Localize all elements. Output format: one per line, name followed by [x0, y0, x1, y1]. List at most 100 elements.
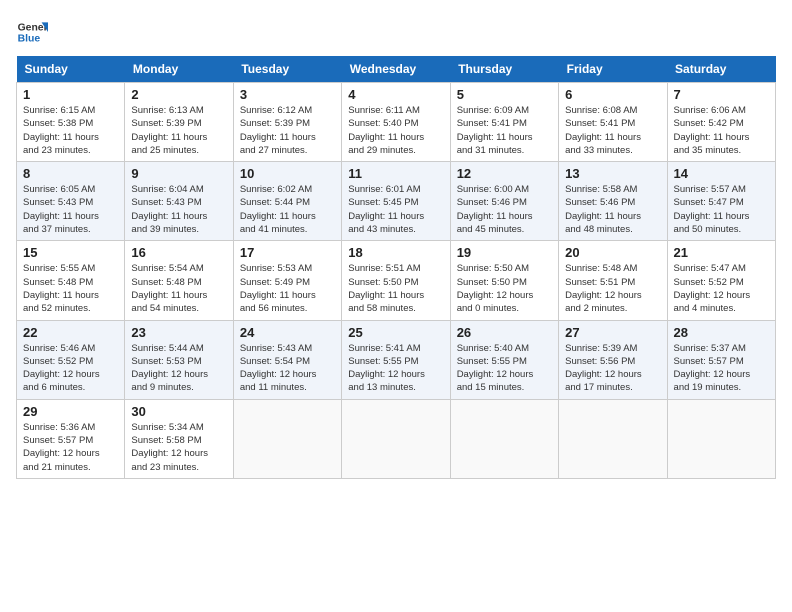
day-info: Sunrise: 6:11 AM Sunset: 5:40 PM Dayligh…: [348, 104, 443, 157]
day-number: 30: [131, 404, 226, 419]
calendar-cell: [233, 399, 341, 478]
calendar-cell: 13 Sunrise: 5:58 AM Sunset: 5:46 PM Dayli…: [559, 162, 667, 241]
calendar-cell: 17 Sunrise: 5:53 AM Sunset: 5:49 PM Dayli…: [233, 241, 341, 320]
day-info: Sunrise: 6:04 AM Sunset: 5:43 PM Dayligh…: [131, 183, 226, 236]
day-number: 13: [565, 166, 660, 181]
day-info: Sunrise: 5:53 AM Sunset: 5:49 PM Dayligh…: [240, 262, 335, 315]
calendar-cell: 10Sunrise: 6:02 AM Sunset: 5:44 PM Dayli…: [233, 162, 341, 241]
calendar-cell: [342, 399, 450, 478]
day-info: Sunrise: 5:58 AM Sunset: 5:46 PM Dayligh…: [565, 183, 660, 236]
day-info: Sunrise: 6:13 AM Sunset: 5:39 PM Dayligh…: [131, 104, 226, 157]
calendar-cell: 2 Sunrise: 6:13 AM Sunset: 5:39 PM Daylig…: [125, 83, 233, 162]
day-info: Sunrise: 5:43 AM Sunset: 5:54 PM Dayligh…: [240, 342, 335, 395]
logo: General Blue: [16, 16, 48, 48]
calendar-cell: 6 Sunrise: 6:08 AM Sunset: 5:41 PM Daylig…: [559, 83, 667, 162]
calendar-cell: 16 Sunrise: 5:54 AM Sunset: 5:48 PM Dayli…: [125, 241, 233, 320]
day-number: 29: [23, 404, 118, 419]
week-row-5: 29 Sunrise: 5:36 AM Sunset: 5:57 PM Dayli…: [17, 399, 776, 478]
day-info: Sunrise: 5:48 AM Sunset: 5:51 PM Dayligh…: [565, 262, 660, 315]
calendar-cell: 3 Sunrise: 6:12 AM Sunset: 5:39 PM Daylig…: [233, 83, 341, 162]
week-row-4: 22 Sunrise: 5:46 AM Sunset: 5:52 PM Dayli…: [17, 320, 776, 399]
day-number: 24: [240, 325, 335, 340]
day-info: Sunrise: 5:44 AM Sunset: 5:53 PM Dayligh…: [131, 342, 226, 395]
week-row-3: 15Sunrise: 5:55 AM Sunset: 5:48 PM Dayli…: [17, 241, 776, 320]
calendar-cell: 22 Sunrise: 5:46 AM Sunset: 5:52 PM Dayli…: [17, 320, 125, 399]
day-number: 20: [565, 245, 660, 260]
calendar-cell: [450, 399, 558, 478]
calendar-cell: 1 Sunrise: 6:15 AM Sunset: 5:38 PM Daylig…: [17, 83, 125, 162]
calendar-cell: 4 Sunrise: 6:11 AM Sunset: 5:40 PM Daylig…: [342, 83, 450, 162]
day-info: Sunrise: 6:08 AM Sunset: 5:41 PM Dayligh…: [565, 104, 660, 157]
day-info: Sunrise: 5:57 AM Sunset: 5:47 PM Dayligh…: [674, 183, 769, 236]
calendar-cell: [667, 399, 775, 478]
day-number: 17: [240, 245, 335, 260]
day-number: 21: [674, 245, 769, 260]
day-number: 27: [565, 325, 660, 340]
day-info: Sunrise: 6:15 AM Sunset: 5:38 PM Dayligh…: [23, 104, 118, 157]
day-info: Sunrise: 5:34 AM Sunset: 5:58 PM Dayligh…: [131, 421, 226, 474]
calendar-cell: 9 Sunrise: 6:04 AM Sunset: 5:43 PM Daylig…: [125, 162, 233, 241]
day-header-saturday: Saturday: [667, 56, 775, 83]
day-number: 26: [457, 325, 552, 340]
day-info: Sunrise: 6:12 AM Sunset: 5:39 PM Dayligh…: [240, 104, 335, 157]
day-info: Sunrise: 6:09 AM Sunset: 5:41 PM Dayligh…: [457, 104, 552, 157]
day-header-monday: Monday: [125, 56, 233, 83]
day-number: 2: [131, 87, 226, 102]
calendar-cell: 8 Sunrise: 6:05 AM Sunset: 5:43 PM Daylig…: [17, 162, 125, 241]
day-info: Sunrise: 6:00 AM Sunset: 5:46 PM Dayligh…: [457, 183, 552, 236]
day-info: Sunrise: 5:46 AM Sunset: 5:52 PM Dayligh…: [23, 342, 118, 395]
calendar-table: SundayMondayTuesdayWednesdayThursdayFrid…: [16, 56, 776, 479]
calendar-cell: 27 Sunrise: 5:39 AM Sunset: 5:56 PM Dayli…: [559, 320, 667, 399]
calendar-cell: 26 Sunrise: 5:40 AM Sunset: 5:55 PM Dayli…: [450, 320, 558, 399]
day-info: Sunrise: 6:05 AM Sunset: 5:43 PM Dayligh…: [23, 183, 118, 236]
day-header-tuesday: Tuesday: [233, 56, 341, 83]
day-number: 22: [23, 325, 118, 340]
day-number: 1: [23, 87, 118, 102]
calendar-cell: 24 Sunrise: 5:43 AM Sunset: 5:54 PM Dayli…: [233, 320, 341, 399]
day-number: 19: [457, 245, 552, 260]
calendar-cell: [559, 399, 667, 478]
calendar-cell: 18Sunrise: 5:51 AM Sunset: 5:50 PM Dayli…: [342, 241, 450, 320]
day-number: 14: [674, 166, 769, 181]
day-info: Sunrise: 6:02 AM Sunset: 5:44 PM Dayligh…: [240, 183, 335, 236]
calendar-cell: 30 Sunrise: 5:34 AM Sunset: 5:58 PM Dayli…: [125, 399, 233, 478]
calendar-cell: 19 Sunrise: 5:50 AM Sunset: 5:50 PM Dayli…: [450, 241, 558, 320]
calendar-cell: 28 Sunrise: 5:37 AM Sunset: 5:57 PM Dayli…: [667, 320, 775, 399]
day-info: Sunrise: 5:40 AM Sunset: 5:55 PM Dayligh…: [457, 342, 552, 395]
calendar-cell: 15Sunrise: 5:55 AM Sunset: 5:48 PM Dayli…: [17, 241, 125, 320]
day-number: 9: [131, 166, 226, 181]
calendar-cell: 5Sunrise: 6:09 AM Sunset: 5:41 PM Daylig…: [450, 83, 558, 162]
calendar-cell: 20 Sunrise: 5:48 AM Sunset: 5:51 PM Dayli…: [559, 241, 667, 320]
day-number: 15: [23, 245, 118, 260]
day-number: 3: [240, 87, 335, 102]
day-header-wednesday: Wednesday: [342, 56, 450, 83]
day-number: 4: [348, 87, 443, 102]
day-info: Sunrise: 5:36 AM Sunset: 5:57 PM Dayligh…: [23, 421, 118, 474]
day-info: Sunrise: 5:47 AM Sunset: 5:52 PM Dayligh…: [674, 262, 769, 315]
day-info: Sunrise: 6:06 AM Sunset: 5:42 PM Dayligh…: [674, 104, 769, 157]
day-number: 8: [23, 166, 118, 181]
day-info: Sunrise: 5:37 AM Sunset: 5:57 PM Dayligh…: [674, 342, 769, 395]
calendar-cell: 14 Sunrise: 5:57 AM Sunset: 5:47 PM Dayli…: [667, 162, 775, 241]
day-info: Sunrise: 5:50 AM Sunset: 5:50 PM Dayligh…: [457, 262, 552, 315]
calendar-cell: 12 Sunrise: 6:00 AM Sunset: 5:46 PM Dayli…: [450, 162, 558, 241]
page-header: General Blue: [16, 16, 776, 48]
calendar-cell: 29 Sunrise: 5:36 AM Sunset: 5:57 PM Dayli…: [17, 399, 125, 478]
day-number: 11: [348, 166, 443, 181]
day-number: 6: [565, 87, 660, 102]
day-info: Sunrise: 5:54 AM Sunset: 5:48 PM Dayligh…: [131, 262, 226, 315]
logo-icon: General Blue: [16, 16, 48, 48]
day-number: 18: [348, 245, 443, 260]
calendar-cell: 23Sunrise: 5:44 AM Sunset: 5:53 PM Dayli…: [125, 320, 233, 399]
calendar-cell: 25Sunrise: 5:41 AM Sunset: 5:55 PM Dayli…: [342, 320, 450, 399]
day-info: Sunrise: 5:39 AM Sunset: 5:56 PM Dayligh…: [565, 342, 660, 395]
day-header-thursday: Thursday: [450, 56, 558, 83]
day-number: 16: [131, 245, 226, 260]
week-row-2: 8 Sunrise: 6:05 AM Sunset: 5:43 PM Daylig…: [17, 162, 776, 241]
day-headers-row: SundayMondayTuesdayWednesdayThursdayFrid…: [17, 56, 776, 83]
day-number: 28: [674, 325, 769, 340]
day-number: 12: [457, 166, 552, 181]
svg-text:Blue: Blue: [18, 34, 41, 45]
day-info: Sunrise: 6:01 AM Sunset: 5:45 PM Dayligh…: [348, 183, 443, 236]
day-number: 25: [348, 325, 443, 340]
